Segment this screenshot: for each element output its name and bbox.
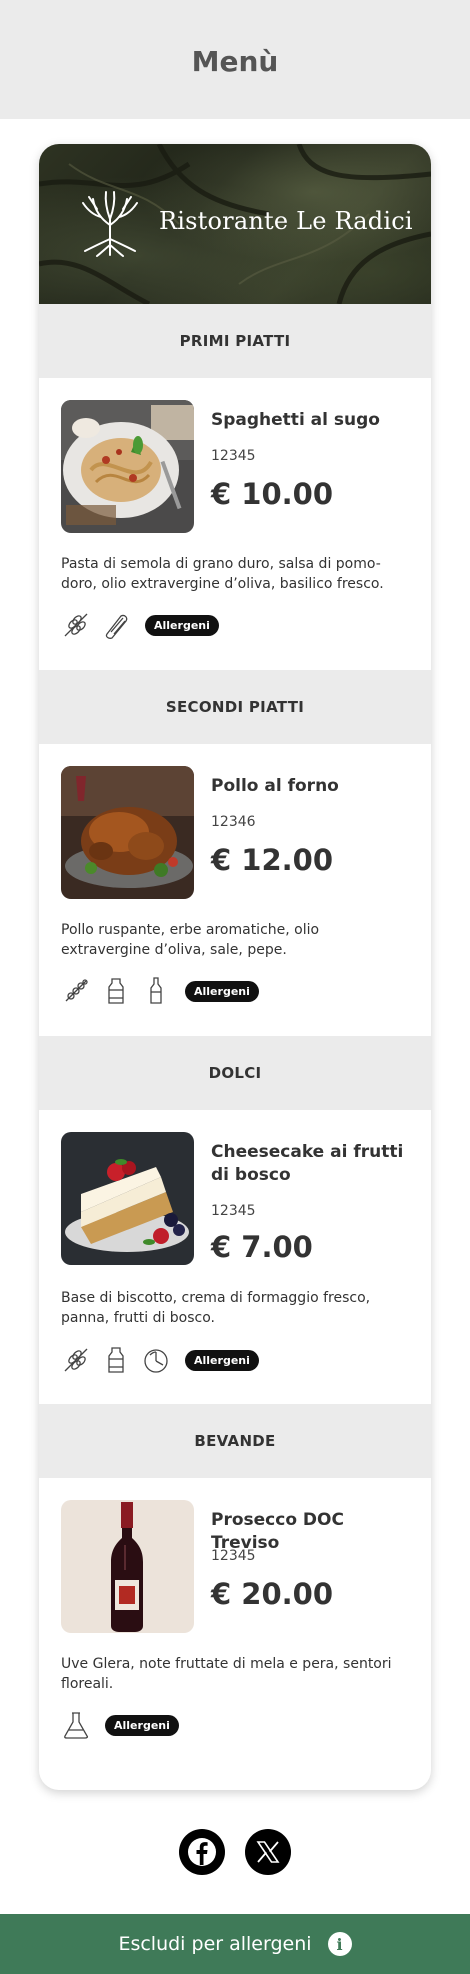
- dish-code: 12345: [211, 1548, 256, 1564]
- dish-price: € 7.00: [211, 1230, 313, 1264]
- dish-description: Base di biscotto, crema di formaggio fre…: [61, 1290, 371, 1326]
- wheat-icon: [61, 1345, 91, 1375]
- allergens-button[interactable]: Allergeni: [185, 980, 259, 1002]
- dish-price: € 20.00: [211, 1577, 334, 1611]
- dish-name: Spaghetti al sugo: [211, 410, 380, 430]
- dish-price: € 10.00: [211, 477, 334, 511]
- dish-code: 12345: [211, 1203, 256, 1219]
- section-header-primi: PRIMI PIATTI: [39, 304, 431, 378]
- dish-card[interactable]: Pollo al forno 12346 € 12.00 Pollo ruspa…: [39, 744, 431, 1036]
- section-title: PRIMI PIATTI: [179, 332, 291, 350]
- dish-photo-prosecco: [61, 1500, 194, 1633]
- menu-card: Ristorante Le Radici PRIMI PIATTI Spaghe…: [39, 144, 431, 1790]
- dish-card[interactable]: Prosecco DOC Treviso 12345 € 20.00 Uve G…: [39, 1478, 431, 1770]
- restaurant-banner: Ristorante Le Radici: [39, 144, 431, 304]
- sulphites-flask-icon: [61, 1710, 91, 1740]
- allergen-row: Allergeni: [61, 1345, 259, 1375]
- exclude-allergens-button[interactable]: Escludi per allergeni i: [0, 1914, 470, 1974]
- dish-description: Uve Glera, note fruttate di mela e pera,…: [61, 1656, 392, 1692]
- dish-card[interactable]: Cheesecake ai frutti di bosco 12345 € 7.…: [39, 1110, 431, 1404]
- dish-name: Cheesecake ai frutti di bosco: [211, 1142, 404, 1185]
- dish-code: 12345: [211, 448, 256, 464]
- allergen-row: Allergeni: [61, 976, 259, 1006]
- tree-logo-icon: [82, 191, 138, 257]
- allergen-row: Allergeni: [61, 1710, 179, 1740]
- dish-name: Pollo al forno: [211, 776, 339, 796]
- dish-description: Pasta di semola di grano duro, salsa di …: [61, 556, 384, 592]
- celery-icon: [101, 610, 131, 640]
- dish-photo-spaghetti: [61, 400, 194, 533]
- dish-photo-chicken: [61, 766, 194, 899]
- restaurant-name: Ristorante Le Radici: [159, 207, 413, 235]
- section-title: SECONDI PIATTI: [165, 698, 305, 716]
- section-title: DOLCI: [208, 1064, 262, 1082]
- section-title: BEVANDE: [194, 1432, 276, 1450]
- lupin-icon: [141, 1345, 171, 1375]
- page-title: Menù: [191, 45, 279, 78]
- allergen-row: Allergeni: [61, 610, 219, 640]
- mustard-icon: [61, 976, 91, 1006]
- dish-photo-cheesecake: [61, 1132, 194, 1265]
- info-icon[interactable]: i: [327, 1932, 352, 1956]
- milk-bottle-icon: [101, 976, 131, 1006]
- milk-bottle-icon: [101, 1345, 131, 1375]
- dish-card[interactable]: Spaghetti al sugo 12345 € 10.00 Pasta di…: [39, 378, 431, 670]
- dish-price: € 12.00: [211, 843, 334, 877]
- section-header-secondi: SECONDI PIATTI: [39, 670, 431, 744]
- allergens-button[interactable]: Allergeni: [185, 1349, 259, 1371]
- allergens-button[interactable]: Allergeni: [145, 614, 219, 636]
- exclude-allergens-label: Escludi per allergeni: [118, 1933, 312, 1955]
- dish-code: 12346: [211, 814, 256, 830]
- section-header-bevande: BEVANDE: [39, 1404, 431, 1478]
- x-icon[interactable]: [245, 1829, 291, 1875]
- facebook-icon[interactable]: [179, 1829, 225, 1875]
- sauce-bottle-icon: [141, 976, 171, 1006]
- section-header-dolci: DOLCI: [39, 1036, 431, 1110]
- social-links: [0, 1829, 470, 1875]
- dish-description: Pollo ruspante, erbe aromatiche, olio ex…: [61, 922, 320, 958]
- wheat-icon: [61, 610, 91, 640]
- top-bar: Menù: [0, 0, 470, 119]
- allergens-button[interactable]: Allergeni: [105, 1714, 179, 1736]
